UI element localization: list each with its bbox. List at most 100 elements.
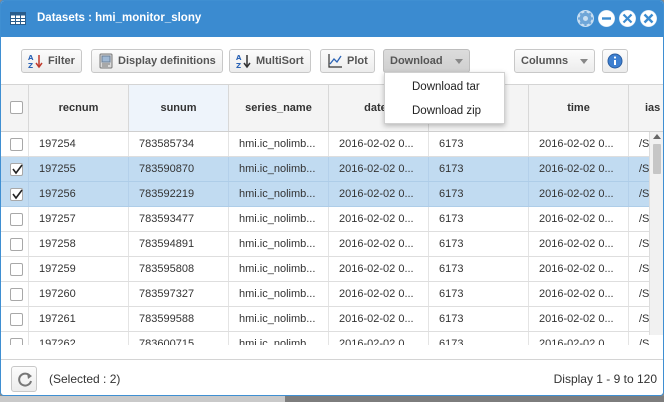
plot-button[interactable]: Plot — [320, 49, 375, 73]
cell-wavelength: 6173 — [429, 157, 529, 181]
chevron-down-icon — [454, 58, 463, 64]
table-row[interactable]: 197260 783597327 hmi.ic_nolimb... 2016-02-0… — [1, 282, 663, 307]
menu-item-download-tar[interactable]: Download tar — [385, 75, 504, 99]
select-all-checkbox[interactable] — [10, 101, 23, 114]
vertical-scroll-thumb[interactable] — [653, 144, 661, 174]
row-select-cell — [1, 132, 29, 156]
cell-series-name: hmi.ic_nolimb... — [229, 157, 329, 181]
vertical-scrollbar[interactable] — [649, 132, 663, 335]
cell-recnum: 197259 — [29, 257, 129, 281]
info-button[interactable] — [602, 49, 628, 73]
cell-series-name: hmi.ic_nolimb... — [229, 132, 329, 156]
row-checkbox[interactable] — [10, 188, 23, 201]
row-checkbox[interactable] — [10, 238, 23, 251]
row-checkbox[interactable] — [10, 288, 23, 301]
cell-series-name: hmi.ic_nolimb... — [229, 307, 329, 331]
title-bar[interactable]: Datasets : hmi_monitor_slony — [1, 1, 663, 37]
menu-item-download-zip[interactable]: Download zip — [385, 99, 504, 123]
close-button[interactable] — [640, 10, 657, 27]
cell-date: 2016-02-02 0... — [329, 132, 429, 156]
cell-wavelength: 6173 — [429, 232, 529, 256]
column-header-time[interactable]: time — [529, 85, 629, 131]
cell-time: 2016-02-02 0... — [529, 282, 629, 306]
row-checkbox[interactable] — [10, 213, 23, 226]
row-checkbox[interactable] — [10, 263, 23, 276]
table-row[interactable]: 197254 783585734 hmi.ic_nolimb... 2016-02-0… — [1, 132, 663, 157]
cell-sunum: 783590870 — [129, 157, 229, 181]
column-header-recnum[interactable]: recnum — [29, 85, 129, 131]
download-menu: Download tar Download zip — [384, 72, 505, 124]
cell-wavelength: 6173 — [429, 182, 529, 206]
filter-button[interactable]: A Z Filter — [21, 49, 82, 73]
cell-time: 2016-02-02 0... — [529, 132, 629, 156]
scroll-up-icon[interactable] — [653, 134, 661, 139]
table-row[interactable]: 197256 783592219 hmi.ic_nolimb... 2016-02-0… — [1, 182, 663, 207]
restore-button[interactable] — [619, 10, 636, 27]
refresh-button[interactable] — [11, 366, 37, 392]
datasets-grid: recnum sunum series_name date_ time ias … — [1, 85, 663, 345]
cell-sunum: 783597327 — [129, 282, 229, 306]
row-checkbox[interactable] — [10, 313, 23, 326]
multisort-icon: A Z — [236, 54, 251, 69]
display-definitions-button[interactable]: Display definitions — [91, 49, 223, 73]
selected-count: (Selected : 2) — [49, 372, 121, 386]
restore-icon — [619, 10, 636, 27]
row-select-cell — [1, 207, 29, 231]
column-header-series-name[interactable]: series_name — [229, 85, 329, 131]
cell-wavelength: 6173 — [429, 332, 529, 345]
download-button[interactable]: Download — [383, 49, 470, 73]
plot-icon — [328, 54, 342, 68]
cell-wavelength: 6173 — [429, 282, 529, 306]
table-row[interactable]: 197259 783595808 hmi.ic_nolimb... 2016-02-0… — [1, 257, 663, 282]
row-checkbox[interactable] — [10, 163, 23, 176]
columns-button[interactable]: Columns — [514, 49, 596, 73]
cell-time: 2016-02-02 0... — [529, 207, 629, 231]
table-row[interactable]: 197257 783593477 hmi.ic_nolimb... 2016-02-0… — [1, 207, 663, 232]
column-header-sunum[interactable]: sunum — [129, 85, 229, 131]
row-checkbox[interactable] — [10, 338, 23, 345]
plot-label: Plot — [347, 55, 368, 67]
svg-text:Z: Z — [28, 62, 33, 69]
filter-az-icon: A Z — [28, 54, 43, 69]
svg-text:A: A — [28, 54, 34, 62]
cell-recnum: 197255 — [29, 157, 129, 181]
svg-text:A: A — [236, 54, 242, 62]
cell-sunum: 783594891 — [129, 232, 229, 256]
row-select-cell — [1, 232, 29, 256]
header-select-cell — [1, 85, 29, 131]
datasets-window: Datasets : hmi_monitor_slony A Z Filter … — [0, 0, 664, 396]
row-select-cell — [1, 282, 29, 306]
chevron-down-icon — [580, 58, 589, 64]
cell-series-name: hmi.ic_nolimb... — [229, 207, 329, 231]
cell-recnum: 197257 — [29, 207, 129, 231]
cell-time: 2016-02-02 0... — [529, 332, 629, 345]
row-select-cell — [1, 307, 29, 331]
table-row[interactable]: 197258 783594891 hmi.ic_nolimb... 2016-02-0… — [1, 232, 663, 257]
cell-wavelength: 6173 — [429, 207, 529, 231]
toolbar: A Z Filter Display definitions A Z Multi… — [1, 37, 663, 85]
row-checkbox[interactable] — [10, 138, 23, 151]
row-select-cell — [1, 332, 29, 345]
table-row[interactable]: 197255 783590870 hmi.ic_nolimb... 2016-02-0… — [1, 157, 663, 182]
gear-icon — [578, 11, 593, 26]
svg-text:Z: Z — [236, 62, 241, 69]
minimize-button[interactable] — [598, 10, 615, 27]
window-title: Datasets : hmi_monitor_slony — [37, 12, 202, 24]
table-row[interactable]: 197262 783600715 hmi.ic_nolimb... 2016-02-0… — [1, 332, 663, 345]
cell-recnum: 197261 — [29, 307, 129, 331]
filter-label: Filter — [48, 55, 75, 67]
column-header-ias[interactable]: ias — [629, 85, 663, 131]
multisort-button[interactable]: A Z MultiSort — [229, 49, 311, 73]
cell-sunum: 783585734 — [129, 132, 229, 156]
grid-footer: (Selected : 2) Display 1 - 9 to 120 — [1, 359, 663, 395]
cell-wavelength: 6173 — [429, 132, 529, 156]
cell-series-name: hmi.ic_nolimb... — [229, 232, 329, 256]
table-row[interactable]: 197261 783599588 hmi.ic_nolimb... 2016-02-0… — [1, 307, 663, 332]
settings-button[interactable] — [577, 10, 594, 27]
cell-date: 2016-02-02 0... — [329, 257, 429, 281]
cell-recnum: 197256 — [29, 182, 129, 206]
cell-wavelength: 6173 — [429, 307, 529, 331]
cell-recnum: 197260 — [29, 282, 129, 306]
cell-series-name: hmi.ic_nolimb... — [229, 257, 329, 281]
cell-recnum: 197254 — [29, 132, 129, 156]
